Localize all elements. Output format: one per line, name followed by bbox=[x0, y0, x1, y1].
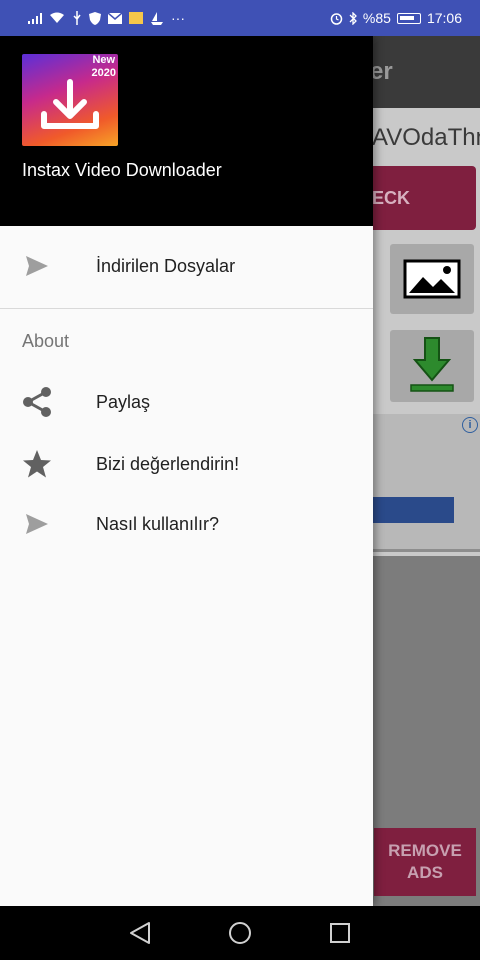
shield-icon bbox=[89, 11, 101, 25]
status-bar: ··· %85 17:06 bbox=[0, 0, 480, 36]
menu-item-label: İndirilen Dosyalar bbox=[96, 255, 236, 276]
boat-icon bbox=[151, 11, 163, 25]
remove-ads-line2: ADS bbox=[407, 863, 443, 882]
menu-item-label: Nasıl kullanılır? bbox=[96, 513, 220, 534]
image-notification-icon bbox=[129, 12, 143, 24]
ad-info-icon: i bbox=[462, 417, 478, 433]
background-title: er bbox=[370, 58, 393, 85]
check-button-label: ECK bbox=[371, 187, 410, 208]
bluetooth-icon bbox=[349, 11, 357, 25]
section-title-about: About bbox=[22, 331, 70, 351]
remove-ads-line1: REMOVE bbox=[388, 841, 462, 860]
signal-icon bbox=[28, 12, 42, 24]
home-icon[interactable] bbox=[220, 913, 260, 953]
battery-icon bbox=[396, 12, 421, 24]
download-logo-icon bbox=[41, 79, 99, 129]
remove-ads-button: REMOVE ADS bbox=[374, 828, 476, 896]
recents-icon[interactable] bbox=[320, 913, 360, 953]
drawer-header: New 2020 Instax Video Downloader bbox=[0, 36, 373, 226]
menu-item-label: Paylaş bbox=[96, 391, 151, 412]
background-download-button bbox=[390, 330, 474, 402]
back-icon[interactable] bbox=[120, 913, 160, 953]
clock: 17:06 bbox=[426, 10, 462, 26]
background-ad-button bbox=[372, 497, 454, 523]
status-left-icons: ··· bbox=[28, 10, 185, 26]
usb-icon bbox=[73, 11, 81, 25]
menu-item-share[interactable]: Paylaş bbox=[0, 372, 373, 432]
send-icon bbox=[20, 249, 54, 283]
alarm-icon bbox=[330, 12, 343, 25]
overflow-indicator: ··· bbox=[171, 10, 185, 26]
background-gallery-button bbox=[390, 244, 474, 314]
app-name: Instax Video Downloader bbox=[22, 160, 222, 180]
drawer-divider bbox=[0, 308, 373, 309]
star-icon bbox=[20, 447, 54, 481]
mail-icon bbox=[108, 12, 122, 24]
image-icon bbox=[403, 259, 461, 299]
background-ad-area bbox=[370, 414, 480, 552]
status-right-icons: %85 17:06 bbox=[330, 10, 462, 26]
app-logo: New 2020 bbox=[22, 54, 118, 146]
download-arrow-icon bbox=[410, 337, 454, 392]
background-url-field: AVOdaThn bbox=[372, 124, 480, 151]
menu-item-downloaded-files[interactable]: İndirilen Dosyalar bbox=[0, 236, 373, 296]
share-icon bbox=[20, 385, 54, 419]
menu-item-rate-us[interactable]: Bizi değerlendirin! bbox=[0, 434, 373, 494]
menu-item-how-to-use[interactable]: Nasıl kullanılır? bbox=[0, 494, 373, 554]
battery-percent: %85 bbox=[362, 10, 391, 26]
menu-item-label: Bizi değerlendirin! bbox=[96, 453, 240, 474]
send-icon bbox=[20, 507, 54, 541]
system-nav-bar bbox=[0, 906, 480, 960]
wifi-icon bbox=[50, 12, 64, 23]
navigation-drawer: New 2020 Instax Video Downloader İndiril… bbox=[0, 36, 373, 906]
